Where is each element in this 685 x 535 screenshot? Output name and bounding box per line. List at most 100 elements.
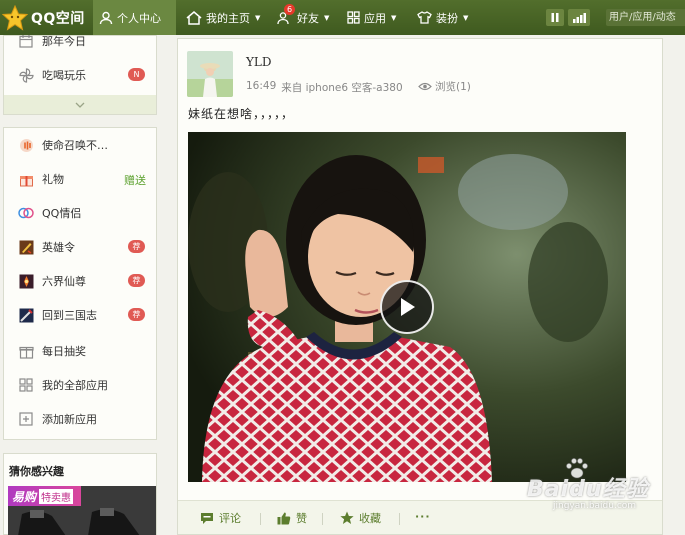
sidebar-apps-panel: 使命召唤不… 礼物 赠送 QQ情侣 英雄令 荐 六界仙尊 荐 回到三国志 荐 每… [3, 127, 157, 440]
all-apps-icon [18, 377, 34, 393]
search-input[interactable]: 用户/应用/动态 [606, 9, 685, 26]
play-button[interactable] [380, 280, 434, 334]
comment-label: 评论 [219, 512, 241, 525]
favorite-button[interactable]: 收藏 [340, 510, 381, 526]
guess-title: 猜你感兴趣 [9, 465, 64, 478]
more-button[interactable]: ··· [415, 510, 431, 523]
action-divider [322, 513, 323, 525]
signal-bars-icon [572, 12, 586, 23]
friends-notification-badge: 6 [284, 4, 296, 15]
post-username[interactable]: YLD [246, 55, 272, 69]
avatar[interactable] [187, 51, 233, 97]
pause-icon [551, 13, 559, 22]
sidebar-item-label: 英雄令 [42, 241, 75, 254]
post-meta: 16:49 来自 iphone6 空客-a380 [246, 80, 403, 95]
eye-icon [418, 82, 432, 91]
couple-icon [18, 205, 34, 221]
sidebar-item-my-all-apps[interactable]: 我的全部应用 [4, 368, 156, 402]
nav-my-homepage[interactable]: 我的主页 ▼ [180, 0, 266, 35]
action-divider [260, 513, 261, 525]
chevron-down-icon: ▼ [255, 13, 261, 22]
guess-you-like-panel: 猜你感兴趣 易购 特卖惠 [3, 453, 157, 535]
sidebar-item-label: 回到三国志 [42, 309, 97, 322]
play-icon [401, 298, 415, 316]
favorite-label: 收藏 [359, 512, 381, 525]
sidebar-item-hero[interactable]: 英雄令 荐 [4, 230, 156, 264]
more-icon: ··· [415, 510, 431, 523]
chevron-down-icon: ▼ [324, 13, 330, 22]
apps-grid-icon [347, 11, 360, 24]
sidebar-item-back-to-three-kingdoms[interactable]: 回到三国志 荐 [4, 298, 156, 332]
sidebar-item-label: 我的全部应用 [42, 379, 108, 392]
plus-icon [18, 411, 34, 427]
recommend-badge: 荐 [128, 308, 145, 321]
baidu-jingyan-watermark: Baidu经验 jingyan.baidu.com [527, 458, 682, 519]
view-count: 浏览(1) [418, 79, 471, 94]
view-count-label: 浏览(1) [435, 81, 471, 93]
comment-button[interactable]: 评论 [200, 510, 241, 526]
shirt-icon [417, 11, 432, 24]
gift-send-tag[interactable]: 赠送 [124, 172, 146, 188]
present-icon [18, 343, 34, 359]
post-source: 来自 iphone6 空客-a380 [281, 82, 403, 94]
nav-apps[interactable]: 应用 ▼ [341, 0, 402, 35]
feed-post-card: YLD 16:49 来自 iphone6 空客-a380 浏览(1) 妹纸在想啥… [177, 38, 663, 535]
nav-label: 我的主页 [206, 11, 250, 25]
nav-friends[interactable]: 6 好友 ▼ [271, 0, 335, 35]
nav-label: 好友 [297, 11, 319, 25]
chevron-down-icon [75, 102, 85, 108]
promo-label: 特卖惠 [39, 488, 74, 504]
thumbs-up-icon [277, 512, 291, 524]
sidebar-item-label: 礼物 [42, 173, 64, 186]
comment-icon [201, 512, 213, 524]
sound-icon [18, 137, 34, 153]
promo-banner[interactable]: 易购 特卖惠 [8, 486, 156, 535]
calendar-icon [18, 33, 34, 49]
avatar-image [187, 51, 233, 97]
paw-icon [566, 458, 588, 479]
action-divider [399, 513, 400, 525]
watermark-main-text: Baidu经验 [527, 458, 649, 503]
sanguo-icon [18, 307, 34, 323]
promo-tag: 易购 特卖惠 [8, 486, 82, 506]
pinwheel-icon [18, 67, 34, 83]
hero-icon [18, 239, 34, 255]
promo-brand: 易购 [12, 489, 37, 504]
sidebar-item-six-realms[interactable]: 六界仙尊 荐 [4, 264, 156, 298]
sidebar-item-label: 吃喝玩乐 [42, 69, 86, 82]
like-label: 赞 [296, 512, 307, 525]
sidebar-item-qq-couple[interactable]: QQ情侣 [4, 196, 156, 230]
fairy-icon [18, 273, 34, 289]
video-player[interactable] [188, 132, 626, 482]
sidebar-item-label: 每日抽奖 [42, 345, 86, 358]
sidebar-item-food-fun[interactable]: 吃喝玩乐 N [4, 58, 156, 92]
like-button[interactable]: 赞 [277, 510, 307, 526]
watermark-url: jingyan.baidu.com [553, 501, 637, 511]
nav-label: 应用 [364, 11, 386, 25]
post-text: 妹纸在想啥，，，，， [188, 107, 295, 121]
sidebar-item-call-of-duty[interactable]: 使命召唤不… [4, 128, 156, 162]
recommend-badge: 荐 [128, 274, 145, 287]
new-badge: N [128, 68, 145, 81]
pause-button[interactable] [546, 9, 564, 26]
sidebar-top-panel: 那年今日 吃喝玩乐 N [3, 35, 157, 115]
nav-decorate[interactable]: 装扮 ▼ [411, 0, 474, 35]
star-icon [340, 511, 354, 524]
sidebar-item-daily-lottery[interactable]: 每日抽奖 [4, 334, 156, 368]
sidebar-item-on-this-day[interactable]: 那年今日 [4, 24, 156, 58]
chevron-down-icon: ▼ [463, 13, 469, 22]
sidebar-item-label: QQ情侣 [42, 207, 82, 220]
nav-label: 装扮 [436, 11, 458, 25]
sidebar-item-add-new-app[interactable]: 添加新应用 [4, 402, 156, 436]
page-scrollbar[interactable] [676, 35, 685, 535]
sidebar-item-label: 使命召唤不… [42, 139, 108, 152]
post-time: 16:49 [246, 80, 277, 92]
sidebar-item-label: 六界仙尊 [42, 275, 86, 288]
sidebar-item-label: 添加新应用 [42, 413, 97, 426]
sidebar-item-gift[interactable]: 礼物 赠送 [4, 162, 156, 196]
collapse-toggle[interactable] [4, 95, 156, 114]
signal-button[interactable] [568, 9, 590, 26]
home-icon [186, 10, 202, 25]
recommend-badge: 荐 [128, 240, 145, 253]
user-icon [99, 11, 113, 24]
